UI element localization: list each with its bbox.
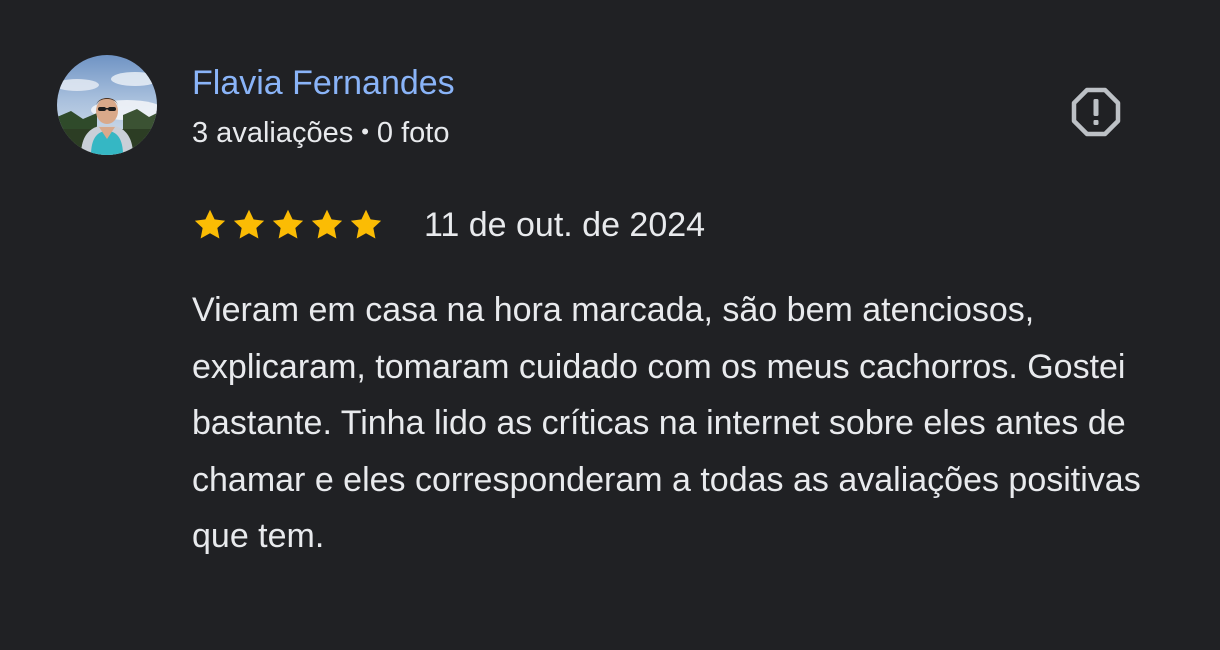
star-icon [348, 207, 384, 243]
avatar-photo [57, 55, 157, 155]
review-card: Flavia Fernandes 3 avaliações • 0 foto 11 … [0, 0, 1220, 650]
rating-row: 11 de out. de 2024 [192, 200, 705, 250]
author-name-link[interactable]: Flavia Fernandes [192, 62, 455, 104]
report-flag-icon [1071, 87, 1121, 137]
author-stats: 3 avaliações • 0 foto [192, 113, 449, 152]
meta-separator: • [361, 119, 369, 144]
report-review-button[interactable] [1068, 84, 1124, 140]
star-icon [270, 207, 306, 243]
star-icon [309, 207, 345, 243]
star-rating [192, 207, 384, 243]
review-date: 11 de out. de 2024 [424, 206, 706, 244]
review-text: Vieram em casa na hora marcada, são bem … [192, 291, 1141, 555]
star-icon [192, 207, 228, 243]
reviews-count: 3 avaliações [192, 117, 354, 149]
avatar[interactable] [57, 55, 157, 155]
star-icon [231, 207, 267, 243]
photos-count: 0 foto [376, 117, 450, 149]
